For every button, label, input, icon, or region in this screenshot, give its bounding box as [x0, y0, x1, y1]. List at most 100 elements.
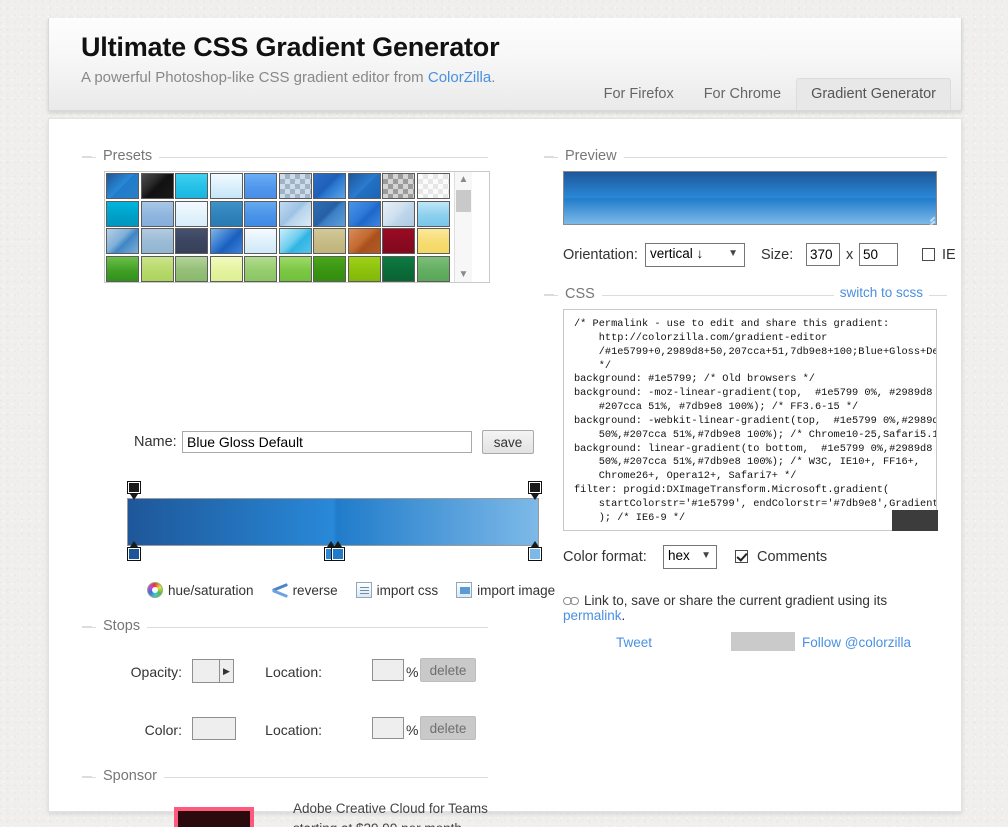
group-dash [82, 776, 92, 777]
resize-grip-icon[interactable] [923, 211, 935, 223]
preset-swatch[interactable] [416, 200, 450, 227]
preset-swatch[interactable] [382, 200, 415, 227]
preset-swatch[interactable] [382, 255, 415, 282]
tweet-button[interactable]: Tweet [616, 635, 652, 650]
color-stop-row: Color: Location: % delete [82, 716, 488, 745]
preset-swatch[interactable] [106, 200, 139, 227]
color-stop-swatch [127, 547, 141, 561]
subtitle-text: A powerful Photoshop-like CSS gradient e… [81, 69, 428, 86]
preset-swatch[interactable] [209, 255, 243, 282]
preset-swatch[interactable] [347, 200, 381, 227]
preset-swatch[interactable] [347, 228, 381, 254]
opacity-percent-sign: % [406, 664, 419, 680]
preset-swatch[interactable] [244, 228, 277, 254]
opacity-select[interactable]: ▶ [192, 659, 234, 683]
size-x-separator: x [846, 247, 854, 263]
preset-swatch[interactable] [313, 255, 346, 282]
preset-swatch[interactable] [382, 228, 415, 254]
permalink-suffix: . [621, 608, 626, 623]
ie-checkbox[interactable] [922, 248, 935, 261]
import-css-button[interactable]: import css [355, 582, 438, 598]
size-label: Size: [761, 247, 794, 263]
color-swatch-input[interactable] [192, 717, 236, 740]
follow-colorzilla-link[interactable]: Follow @colorzilla [802, 635, 911, 650]
preset-swatch[interactable] [313, 200, 346, 227]
preset-swatch[interactable] [278, 228, 312, 254]
preset-swatch[interactable] [278, 173, 312, 199]
main-panel: Presets ▲ ▼ Name: save [48, 118, 962, 827]
color-stop-51[interactable] [331, 541, 347, 563]
preset-swatch[interactable] [175, 228, 208, 254]
size-width-input[interactable] [806, 243, 840, 266]
hue-saturation-label: hue/saturation [168, 582, 254, 598]
save-button[interactable]: save [482, 430, 534, 454]
hue-saturation-button[interactable]: hue/saturation [147, 582, 254, 598]
preset-swatch[interactable] [416, 255, 450, 282]
gradient-bar[interactable] [127, 498, 539, 546]
preset-swatch[interactable] [175, 255, 208, 282]
preset-swatch[interactable] [244, 255, 277, 282]
scrollbar-thumb[interactable] [456, 190, 471, 212]
preset-swatch[interactable] [106, 173, 139, 199]
preset-swatch[interactable] [416, 228, 450, 254]
import-image-button[interactable]: import image [456, 582, 555, 598]
tab-gradient-generator[interactable]: Gradient Generator [796, 77, 951, 110]
tab-for-chrome[interactable]: For Chrome [689, 78, 796, 110]
preset-swatch[interactable] [347, 255, 381, 282]
css-legend: CSS [558, 286, 602, 302]
gradient-name-input[interactable] [182, 431, 472, 453]
preset-swatch[interactable] [244, 200, 277, 227]
preset-swatch[interactable] [347, 173, 381, 199]
css-code-output[interactable]: /* Permalink - use to edit and share thi… [563, 309, 937, 531]
presets-grid[interactable] [105, 172, 454, 282]
presets-scrollbar[interactable]: ▲ ▼ [454, 172, 472, 282]
switch-to-scss-link[interactable]: switch to scss [833, 285, 929, 300]
preset-swatch[interactable] [140, 173, 174, 199]
opacity-location-input[interactable] [372, 659, 404, 681]
color-stop-0[interactable] [127, 541, 143, 563]
gradient-preview [563, 171, 937, 225]
color-format-select[interactable]: hex ▼ [663, 545, 717, 569]
preset-swatch[interactable] [278, 255, 312, 282]
size-height-input[interactable] [859, 243, 898, 266]
orientation-row: Orientation: vertical ↓ ▼ Size: x IE [563, 243, 956, 267]
reverse-button[interactable]: reverse [272, 582, 338, 598]
preset-swatch[interactable] [209, 200, 243, 227]
opacity-stop-handle [127, 481, 141, 494]
preset-swatch[interactable] [209, 228, 243, 254]
preset-swatch[interactable] [106, 228, 139, 254]
preset-swatch[interactable] [209, 173, 243, 199]
chevron-down-icon[interactable]: ▼ [455, 267, 472, 282]
color-location-label: Location: [265, 722, 322, 738]
preset-swatch[interactable] [140, 255, 174, 282]
preset-swatch[interactable] [278, 200, 312, 227]
preset-swatch[interactable] [416, 173, 450, 199]
preset-swatch[interactable] [313, 173, 346, 199]
orientation-select[interactable]: vertical ↓ ▼ [645, 243, 745, 267]
delete-opacity-stop-button[interactable]: delete [420, 658, 476, 682]
comments-checkbox[interactable] [735, 550, 748, 563]
preset-swatch[interactable] [140, 228, 174, 254]
colorzilla-link[interactable]: ColorZilla [428, 69, 491, 86]
color-stop-100[interactable] [528, 541, 544, 563]
permalink-link[interactable]: permalink [563, 608, 622, 623]
tab-for-firefox[interactable]: For Firefox [589, 78, 689, 110]
color-location-input[interactable] [372, 717, 404, 739]
preset-swatch[interactable] [382, 173, 415, 199]
preset-swatch[interactable] [175, 200, 208, 227]
opacity-stop-0[interactable] [127, 481, 143, 501]
import-css-icon [355, 582, 372, 598]
adobe-stock-logo[interactable]: St [174, 807, 254, 827]
chevron-up-icon[interactable]: ▲ [455, 172, 472, 187]
sponsor-text[interactable]: Adobe Creative Cloud for Teams starting … [293, 799, 533, 827]
sponsor-legend: Sponsor [96, 768, 165, 784]
preset-swatch[interactable] [313, 228, 346, 254]
opacity-stop-100[interactable] [528, 481, 544, 501]
delete-color-stop-button[interactable]: delete [420, 716, 476, 740]
preset-swatch[interactable] [175, 173, 208, 199]
sponsor-group: Sponsor St Adobe Creative Cloud for Team… [82, 768, 488, 827]
twitter-count-box [731, 632, 795, 651]
preset-swatch[interactable] [140, 200, 174, 227]
preset-swatch[interactable] [106, 255, 139, 282]
preset-swatch[interactable] [244, 173, 277, 199]
